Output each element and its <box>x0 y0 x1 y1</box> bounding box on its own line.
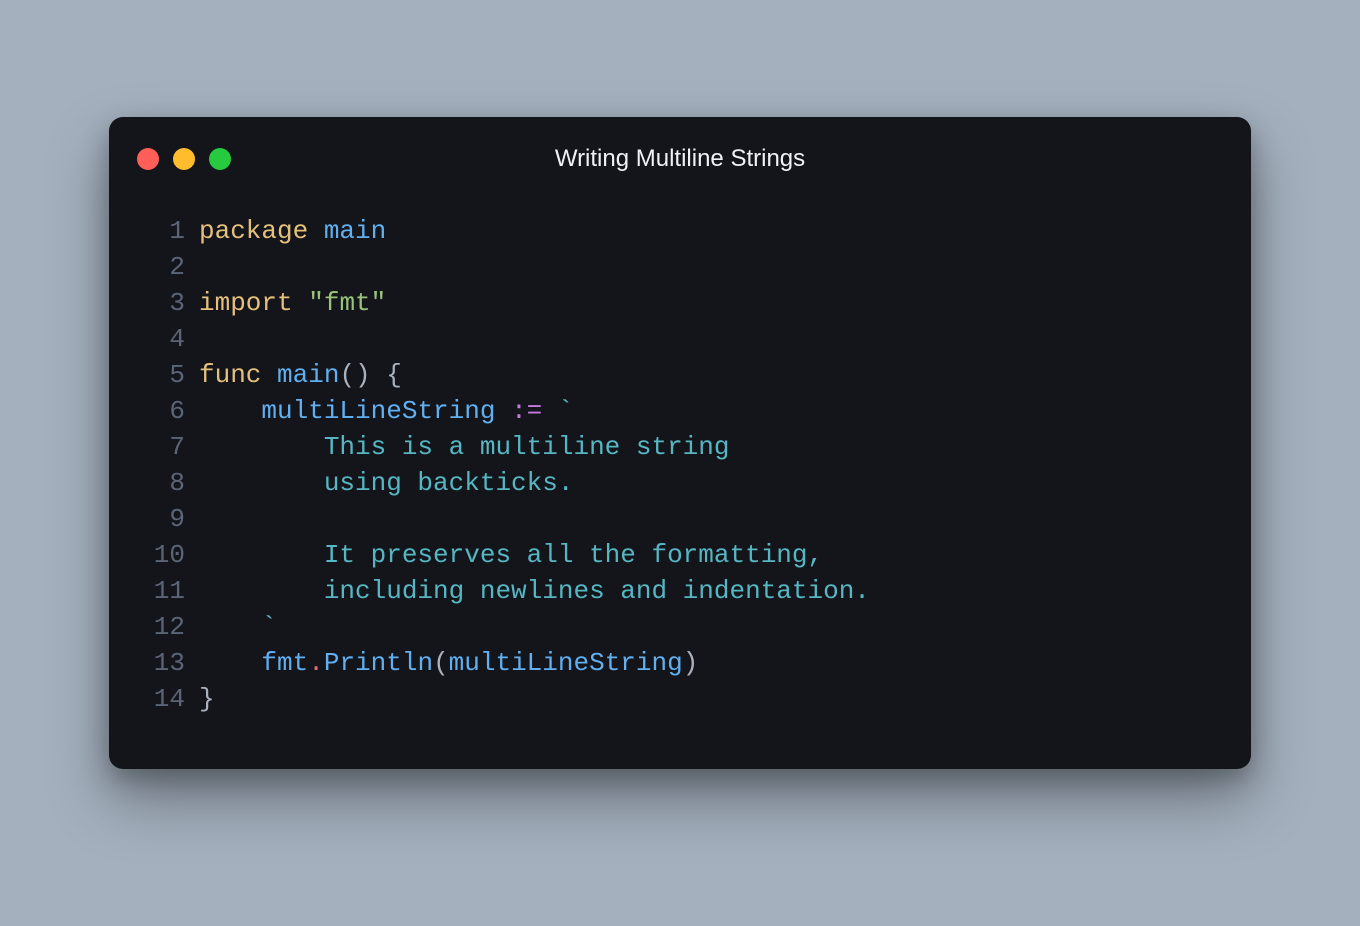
code-line: 8 using backticks. <box>137 465 1223 501</box>
line-number: 4 <box>137 321 185 357</box>
code-content: using backticks. <box>185 465 573 501</box>
line-number: 7 <box>137 429 185 465</box>
code-line: 5func main() { <box>137 357 1223 393</box>
code-line: 1package main <box>137 213 1223 249</box>
code-line: 6 multiLineString := ` <box>137 393 1223 429</box>
code-content <box>185 501 215 537</box>
line-number: 1 <box>137 213 185 249</box>
line-number: 12 <box>137 609 185 645</box>
line-number: 11 <box>137 573 185 609</box>
code-line: 4 <box>137 321 1223 357</box>
titlebar: Writing Multiline Strings <box>137 145 1223 173</box>
token: multiLineString <box>261 396 495 426</box>
close-icon[interactable] <box>137 148 159 170</box>
token <box>199 396 261 426</box>
token: including newlines and indentation. <box>199 576 870 606</box>
code-content: This is a multiline string <box>185 429 730 465</box>
token: It preserves all the formatting, <box>199 540 823 570</box>
code-content: ` <box>185 609 277 645</box>
code-window: Writing Multiline Strings 1package main2… <box>109 117 1251 769</box>
token: package <box>199 216 308 246</box>
code-line: 11 including newlines and indentation. <box>137 573 1223 609</box>
line-number: 13 <box>137 645 185 681</box>
token <box>199 648 261 678</box>
code-line: 12 ` <box>137 609 1223 645</box>
token: main <box>324 216 386 246</box>
token <box>308 216 324 246</box>
line-number: 9 <box>137 501 185 537</box>
window-title: Writing Multiline Strings <box>137 145 1223 173</box>
code-line: 13 fmt.Println(multiLineString) <box>137 645 1223 681</box>
token: } <box>199 684 215 714</box>
code-content <box>185 249 215 285</box>
token: Println <box>324 648 433 678</box>
code-line: 10 It preserves all the formatting, <box>137 537 1223 573</box>
token: ` <box>558 396 574 426</box>
line-number: 6 <box>137 393 185 429</box>
code-content: package main <box>185 213 386 249</box>
code-content: fmt.Println(multiLineString) <box>185 645 698 681</box>
zoom-icon[interactable] <box>209 148 231 170</box>
token: main <box>277 360 339 390</box>
token: ` <box>199 612 277 642</box>
minimize-icon[interactable] <box>173 148 195 170</box>
token: fmt <box>261 648 308 678</box>
token <box>293 288 309 318</box>
code-line: 7 This is a multiline string <box>137 429 1223 465</box>
token: using backticks. <box>199 468 573 498</box>
token <box>542 396 558 426</box>
code-content <box>185 321 215 357</box>
traffic-lights <box>137 148 231 170</box>
token: ( <box>433 648 449 678</box>
code-content: import "fmt" <box>185 285 386 321</box>
line-number: 10 <box>137 537 185 573</box>
token: := <box>511 396 542 426</box>
code-line: 3import "fmt" <box>137 285 1223 321</box>
code-line: 2 <box>137 249 1223 285</box>
token: ) <box>683 648 699 678</box>
token <box>495 396 511 426</box>
code-editor: 1package main2 3import "fmt"4 5func main… <box>137 213 1223 717</box>
line-number: 5 <box>137 357 185 393</box>
code-line: 14} <box>137 681 1223 717</box>
code-content: It preserves all the formatting, <box>185 537 823 573</box>
token: "fmt" <box>308 288 386 318</box>
line-number: 3 <box>137 285 185 321</box>
code-content: multiLineString := ` <box>185 393 574 429</box>
token: () { <box>339 360 401 390</box>
line-number: 8 <box>137 465 185 501</box>
token: . <box>308 648 324 678</box>
line-number: 2 <box>137 249 185 285</box>
token: multiLineString <box>449 648 683 678</box>
token: func <box>199 360 261 390</box>
token: import <box>199 288 293 318</box>
token: This is a multiline string <box>199 432 730 462</box>
token <box>261 360 277 390</box>
code-content: including newlines and indentation. <box>185 573 870 609</box>
code-content: } <box>185 681 215 717</box>
line-number: 14 <box>137 681 185 717</box>
code-line: 9 <box>137 501 1223 537</box>
code-content: func main() { <box>185 357 402 393</box>
